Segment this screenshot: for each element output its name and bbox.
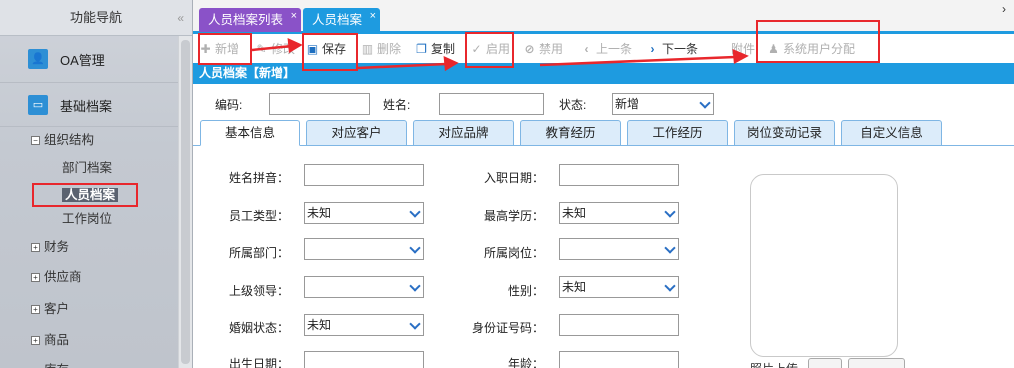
annotation-arrows <box>251 37 749 72</box>
